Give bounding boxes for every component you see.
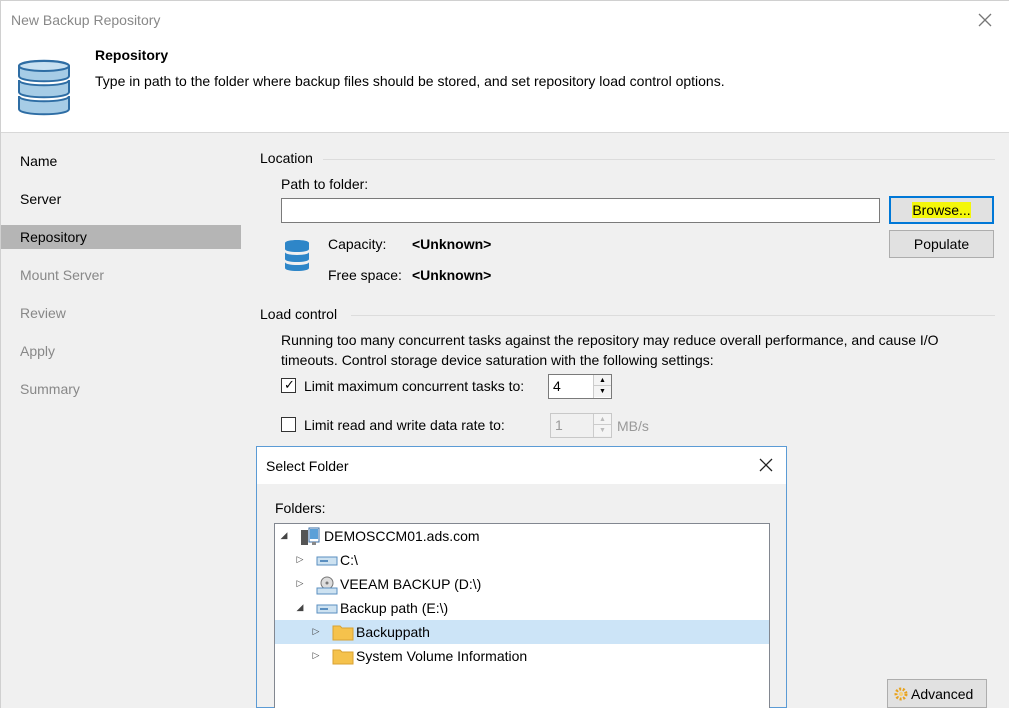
checkmark-icon: ✓ [284,377,295,392]
capacity-label: Capacity: [328,236,387,252]
free-space-value: <Unknown> [412,267,492,283]
tree-item-backup-path-drive[interactable]: ◢ Backup path (E:\) [275,596,769,620]
dialog-title: Select Folder [266,458,349,474]
storage-icon [284,239,310,276]
database-icon [17,58,71,123]
location-divider [323,159,995,160]
free-space-label: Free space: [328,267,402,283]
folder-tree[interactable]: ◢ DEMOSCCM01.ads.com ▷ C:\ ▷ VEEAM BACKU… [274,523,770,708]
load-control-section-title: Load control [260,306,338,322]
load-control-description-line1: Running too many concurrent tasks agains… [281,332,939,348]
advanced-button[interactable]: Advanced [887,679,987,708]
tree-item-label: Backuppath [356,624,430,640]
wizard-steps-sidebar: Name Server Repository Mount Server Revi… [1,133,243,708]
limit-tasks-checkbox[interactable]: ✓ [281,377,296,393]
tree-item-label: DEMOSCCM01.ads.com [324,528,480,544]
data-rate-unit: MB/s [617,418,649,434]
concurrent-tasks-value: 4 [553,378,561,394]
gear-icon [893,686,909,705]
capacity-value: <Unknown> [412,236,492,252]
server-icon [300,527,320,550]
window-title: New Backup Repository [11,12,161,28]
location-section-title: Location [260,150,313,166]
increment-arrow-icon[interactable]: ▲ [594,414,611,425]
limit-rate-label: Limit read and write data rate to: [304,417,505,433]
path-label: Path to folder: [281,176,369,192]
folder-icon [332,623,354,644]
stepper-buttons-disabled: ▲ ▼ [593,414,611,437]
populate-button[interactable]: Populate [889,230,994,258]
select-folder-dialog: Select Folder Folders: ◢ DEMOSCCM01.ads.… [256,446,787,708]
path-to-folder-input[interactable] [281,198,880,223]
browse-button[interactable]: Browse... [889,196,994,224]
folder-icon [332,647,354,668]
stepper-buttons: ▲ ▼ [593,375,611,398]
browse-button-label: Browse... [912,202,971,218]
sidebar-item-mount-server[interactable]: Mount Server [1,263,241,287]
drive-icon [316,554,338,570]
dialog-title-bar: Select Folder [257,447,786,484]
data-rate-value: 1 [555,417,563,433]
tree-item-veeam-backup-drive[interactable]: ▷ VEEAM BACKUP (D:\) [275,572,769,596]
tree-item-system-volume-information[interactable]: ▷ System Volume Information [275,644,769,668]
sidebar-item-server[interactable]: Server [1,187,241,211]
tree-item-label: C:\ [340,552,358,568]
expand-arrow-icon[interactable]: ▷ [295,553,305,565]
sidebar-item-apply[interactable]: Apply [1,339,241,363]
concurrent-tasks-stepper[interactable]: 4 ▲ ▼ [548,374,612,399]
drive-icon [316,602,338,618]
tree-item-c-drive[interactable]: ▷ C:\ [275,548,769,572]
cd-drive-icon [316,575,338,598]
sidebar-item-summary[interactable]: Summary [1,377,241,401]
sidebar-item-repository[interactable]: Repository [1,225,241,249]
folders-label: Folders: [275,500,326,516]
expand-arrow-icon[interactable]: ▷ [311,649,321,661]
close-icon[interactable] [974,9,996,31]
tree-item-label: System Volume Information [356,648,528,664]
sidebar-item-name[interactable]: Name [1,149,241,173]
load-control-description-line2: timeouts. Control storage device saturat… [281,352,714,368]
increment-arrow-icon[interactable]: ▲ [594,375,611,386]
tree-item-server[interactable]: ◢ DEMOSCCM01.ads.com [275,524,769,548]
collapse-arrow-icon[interactable]: ◢ [279,529,289,541]
collapse-arrow-icon[interactable]: ◢ [295,601,305,613]
limit-tasks-label: Limit maximum concurrent tasks to: [304,378,525,394]
wizard-header: Repository Type in path to the folder wh… [1,41,1009,133]
expand-arrow-icon[interactable]: ▷ [295,577,305,589]
expand-arrow-icon[interactable]: ▷ [311,625,321,637]
decrement-arrow-icon[interactable]: ▼ [594,386,611,397]
load-control-divider [351,315,995,316]
tree-item-label: Backup path (E:\) [340,600,449,616]
data-rate-stepper[interactable]: 1 ▲ ▼ [550,413,612,438]
header-description: Type in path to the folder where backup … [95,73,725,89]
header-title: Repository [95,47,169,63]
limit-rate-checkbox[interactable] [281,417,296,432]
sidebar-item-review[interactable]: Review [1,301,241,325]
tree-item-label: VEEAM BACKUP (D:\) [340,576,482,592]
advanced-button-label: Advanced [911,686,974,702]
close-icon[interactable] [758,457,774,473]
title-bar: New Backup Repository [1,1,1009,41]
tree-item-backuppath[interactable]: ▷ Backuppath [275,620,769,644]
decrement-arrow-icon[interactable]: ▼ [594,425,611,436]
